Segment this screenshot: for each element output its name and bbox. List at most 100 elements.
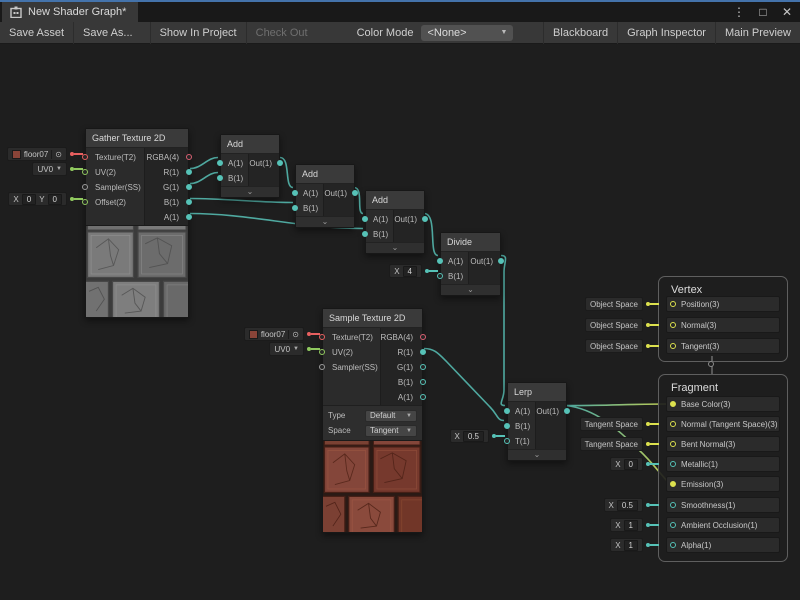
port-bent-normal[interactable] [670, 441, 676, 447]
port-r[interactable] [186, 169, 192, 175]
port-g[interactable] [186, 184, 192, 190]
space-pill[interactable]: Tangent Space [580, 417, 643, 431]
space-pill[interactable]: Object Space [585, 318, 643, 332]
port-smoothness[interactable] [670, 502, 676, 508]
type-dropdown[interactable]: Default▼ [365, 410, 417, 422]
block-row-bent-normal[interactable]: Bent Normal(3) [666, 436, 780, 452]
collapse-chevron-icon[interactable]: ⌄ [441, 284, 500, 295]
offset-x-field[interactable]: X 0 Y 0 [8, 192, 67, 206]
port-normal-tangent-space[interactable] [670, 421, 676, 427]
block-row-base-color[interactable]: Base Color(3) [666, 396, 780, 412]
block-row-normal-ts[interactable]: Normal (Tangent Space)(3) [666, 416, 780, 432]
divide-b-field[interactable]: X 4 [389, 264, 422, 278]
space-dropdown[interactable]: Tangent▼ [365, 425, 417, 437]
port-b[interactable] [186, 199, 192, 205]
block-row-ambient-occlusion[interactable]: Ambient Occlusion(1) [666, 517, 780, 533]
texture-object-field[interactable]: floor07 ⊙ [7, 147, 67, 161]
field-value[interactable]: 0 [624, 459, 638, 470]
window-maximize-icon[interactable]: □ [756, 5, 770, 19]
node-sample-texture-2d[interactable]: Sample Texture 2D Texture(T2) UV(2) Samp… [322, 308, 423, 533]
block-row-normal[interactable]: Normal(3) [666, 317, 780, 333]
port-a[interactable] [420, 394, 426, 400]
tab-new-shader-graph[interactable]: New Shader Graph* [2, 2, 138, 22]
block-row-position[interactable]: Position(3) [666, 296, 780, 312]
collapse-chevron-icon[interactable]: ⌄ [296, 216, 354, 227]
port-base-color[interactable] [670, 401, 676, 407]
object-picker-icon[interactable]: ⊙ [288, 330, 299, 339]
port-b[interactable] [292, 205, 298, 211]
space-pill[interactable]: Object Space [585, 297, 643, 311]
field-value[interactable]: 0.5 [463, 431, 484, 442]
smoothness-field[interactable]: X 0.5 [604, 498, 643, 512]
node-divide[interactable]: Divide A(1) B(1) Out(1) ⌄ [440, 232, 501, 296]
block-row-emission[interactable]: Emission(3) [666, 476, 780, 492]
port-position[interactable] [670, 301, 676, 307]
blackboard-toggle-button[interactable]: Blackboard [544, 22, 617, 44]
port-r[interactable] [420, 349, 426, 355]
block-row-alpha[interactable]: Alpha(1) [666, 537, 780, 553]
port-b[interactable] [362, 231, 368, 237]
port-out[interactable] [352, 190, 358, 196]
uv-channel-dropdown[interactable]: UV0 ▼ [32, 162, 67, 176]
save-asset-button[interactable]: Save Asset [0, 22, 73, 44]
port-a[interactable] [186, 214, 192, 220]
port-sampler[interactable] [319, 364, 325, 370]
port-a[interactable] [504, 408, 510, 414]
collapse-chevron-icon[interactable]: ⌄ [508, 449, 566, 460]
uv-channel-dropdown[interactable]: UV0 ▼ [269, 342, 304, 356]
metallic-field[interactable]: X 0 [610, 457, 643, 471]
graph-inspector-toggle-button[interactable]: Graph Inspector [618, 22, 715, 44]
ambient-occlusion-field[interactable]: X 1 [610, 518, 643, 532]
window-menu-icon[interactable]: ⋮ [732, 5, 746, 19]
space-pill[interactable]: Object Space [585, 339, 643, 353]
port-normal[interactable] [670, 322, 676, 328]
port-out[interactable] [277, 160, 283, 166]
object-picker-icon[interactable]: ⊙ [51, 150, 62, 159]
lerp-t-field[interactable]: X 0.5 [450, 429, 489, 443]
main-preview-toggle-button[interactable]: Main Preview [716, 22, 800, 44]
port-alpha[interactable] [670, 542, 676, 548]
space-pill[interactable]: Tangent Space [580, 437, 643, 451]
port-emission[interactable] [670, 481, 676, 487]
block-row-smoothness[interactable]: Smoothness(1) [666, 497, 780, 513]
field-value[interactable]: 1 [624, 540, 638, 551]
node-lerp[interactable]: Lerp A(1) B(1) T(1) Out(1) ⌄ [507, 382, 567, 461]
field-value[interactable]: 1 [624, 520, 638, 531]
field-value[interactable]: 0 [22, 194, 36, 205]
port-out[interactable] [422, 216, 428, 222]
color-mode-dropdown[interactable]: <None> ▼ [421, 25, 513, 41]
node-add-2[interactable]: Add A(1) B(1) Out(1) ⌄ [295, 164, 355, 228]
fragment-smoothness-control: X 0.5 [604, 498, 659, 512]
port-a[interactable] [292, 190, 298, 196]
port-b[interactable] [420, 379, 426, 385]
port-out[interactable] [498, 258, 504, 264]
port-ambient-occlusion[interactable] [670, 522, 676, 528]
collapse-chevron-icon[interactable]: ⌄ [221, 186, 279, 197]
block-row-metallic[interactable]: Metallic(1) [666, 456, 780, 472]
node-gather-texture-2d[interactable]: Gather Texture 2D Texture(T2) UV(2) Samp… [85, 128, 189, 318]
block-row-tangent[interactable]: Tangent(3) [666, 338, 780, 354]
port-label: RGBA(4) [381, 333, 413, 342]
port-a[interactable] [362, 216, 368, 222]
port-rgba[interactable] [186, 154, 192, 160]
port-b[interactable] [217, 175, 223, 181]
show-in-project-button[interactable]: Show In Project [151, 22, 246, 44]
port-metallic[interactable] [670, 461, 676, 467]
field-value[interactable]: 0.5 [617, 500, 638, 511]
field-value[interactable]: 0 [48, 194, 62, 205]
port-sampler[interactable] [82, 184, 88, 190]
port-g[interactable] [420, 364, 426, 370]
port-a[interactable] [217, 160, 223, 166]
texture-object-field[interactable]: floor07 ⊙ [244, 327, 304, 341]
port-tangent[interactable] [670, 343, 676, 349]
field-value[interactable]: 4 [403, 266, 417, 277]
node-add-1[interactable]: Add A(1) B(1) Out(1) ⌄ [220, 134, 280, 198]
node-add-3[interactable]: Add A(1) B(1) Out(1) ⌄ [365, 190, 425, 254]
save-as-button[interactable]: Save As... [74, 22, 142, 44]
port-rgba[interactable] [420, 334, 426, 340]
window-close-icon[interactable]: ✕ [780, 5, 794, 19]
collapse-chevron-icon[interactable]: ⌄ [366, 242, 424, 253]
port-out[interactable] [564, 408, 570, 414]
vertex-normal-space-control: Object Space [585, 318, 659, 332]
alpha-field[interactable]: X 1 [610, 538, 643, 552]
